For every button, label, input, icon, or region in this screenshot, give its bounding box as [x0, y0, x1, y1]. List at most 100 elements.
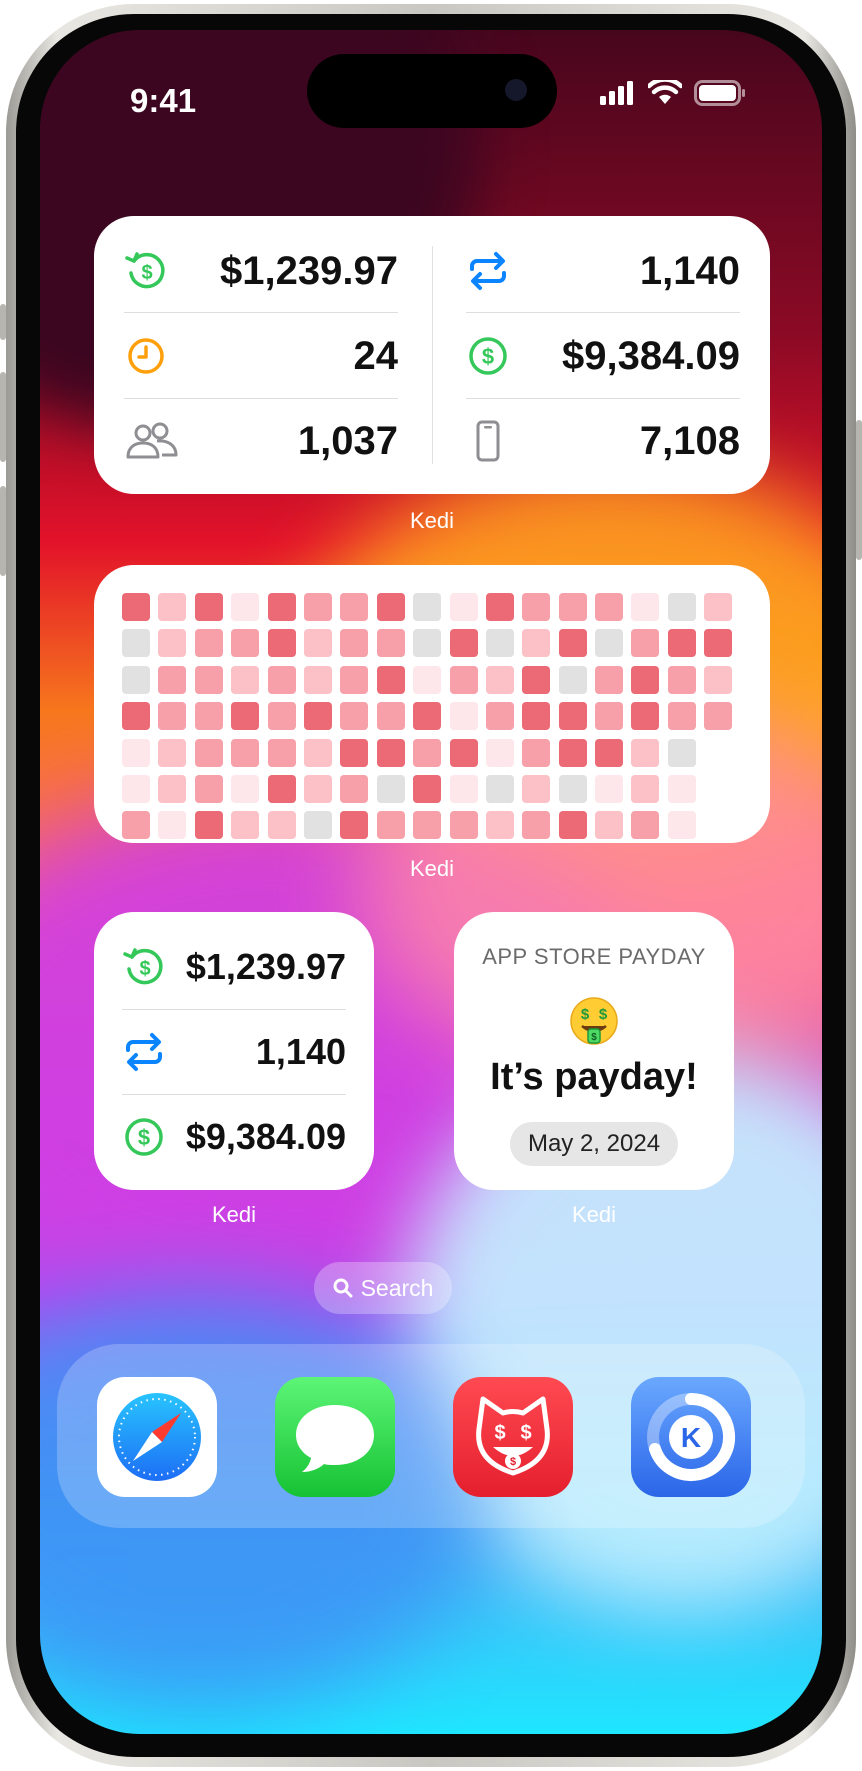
heatmap-cell — [340, 702, 369, 731]
cellular-signal-icon — [600, 81, 633, 105]
money-cat-app-icon[interactable]: $ $ $ — [453, 1377, 573, 1497]
column-divider — [432, 246, 433, 464]
heatmap-cell — [194, 738, 223, 767]
heatmap-cell — [704, 665, 733, 694]
row-divider — [466, 312, 740, 313]
heatmap-cell — [267, 811, 296, 840]
refund-dollar-icon: $ — [124, 249, 168, 293]
stats-widget-large[interactable]: $ $1,239.97 24 1,037 1,140 $ $9,384.09 7… — [94, 216, 770, 494]
refund-dollar-icon: $ — [122, 945, 166, 989]
heatmap-cell — [595, 665, 624, 694]
spotlight-search-button[interactable]: Search — [314, 1262, 452, 1314]
heatmap-cell — [558, 629, 587, 658]
heatmap-cell — [231, 738, 260, 767]
heatmap-cell — [631, 738, 660, 767]
payday-widget[interactable]: APP STORE PAYDAY $ $ $ It’s payday! May 2,… — [454, 912, 734, 1190]
row-divider — [122, 1009, 346, 1010]
heatmap-cell — [122, 774, 150, 803]
payday-header: APP STORE PAYDAY — [482, 944, 706, 969]
heatmap-cell — [303, 665, 332, 694]
heatmap-cell — [667, 702, 696, 731]
heatmap-cell — [485, 811, 514, 840]
heatmap-cell — [267, 665, 296, 694]
heatmap-cell — [558, 665, 587, 694]
heatmap-cell — [631, 593, 660, 621]
heatmap-cell — [522, 629, 551, 658]
heatmap-cell — [558, 593, 587, 621]
heatmap-cell — [595, 702, 624, 731]
stat-value: $1,239.97 — [220, 248, 398, 293]
heatmap-cell — [231, 593, 260, 621]
stat-row-proceeds: $ $1,239.97 — [122, 942, 346, 992]
heatmap-cell — [522, 738, 551, 767]
heatmap-cell — [194, 665, 223, 694]
heatmap-cell — [340, 774, 369, 803]
heatmap-cell — [704, 702, 733, 731]
heatmap-cell — [485, 593, 514, 621]
svg-text:$: $ — [591, 1032, 597, 1043]
heatmap-cell — [595, 593, 624, 621]
heatmap-widget[interactable] — [94, 565, 770, 843]
heatmap-cell — [122, 665, 150, 694]
row-divider — [122, 1094, 346, 1095]
stats-widget-small[interactable]: $ $1,239.97 1,140 $ $9,384.09 — [94, 912, 374, 1190]
heatmap-cell — [231, 774, 260, 803]
row-divider — [124, 398, 398, 399]
heatmap-cell — [449, 774, 478, 803]
stat-row-users: 1,037 — [124, 416, 398, 466]
svg-text:$: $ — [581, 1006, 590, 1023]
heatmap-cell — [413, 593, 442, 621]
widget-label: Kedi — [409, 856, 455, 881]
search-label: Search — [360, 1274, 434, 1301]
svg-text:$: $ — [482, 344, 494, 369]
svg-text:$: $ — [599, 1006, 608, 1023]
stat-value: $9,384.09 — [185, 1116, 346, 1157]
heatmap-cell — [631, 665, 660, 694]
heatmap-cell — [122, 811, 150, 840]
svg-text:$: $ — [494, 1422, 505, 1444]
row-divider — [466, 398, 740, 399]
stat-row-pending: 24 — [124, 331, 398, 381]
heatmap-cell — [522, 702, 551, 731]
heatmap-cell — [595, 774, 624, 803]
heatmap-cell — [194, 811, 223, 840]
stat-row-proceeds: $ $1,239.97 — [124, 246, 398, 296]
kedi-app-icon[interactable]: K — [631, 1377, 751, 1497]
widget-label: Kedi — [571, 1202, 617, 1227]
repeat-arrows-icon — [466, 249, 510, 293]
heatmap-cell — [194, 629, 223, 658]
heatmap-cell — [158, 665, 187, 694]
stat-value: 24 — [353, 333, 399, 378]
heatmap-cell — [158, 738, 187, 767]
stat-value: 1,037 — [297, 418, 398, 463]
heatmap-cell — [194, 593, 223, 621]
heatmap-cell — [194, 702, 223, 731]
heatmap-cell — [340, 665, 369, 694]
heatmap-cell — [631, 811, 660, 840]
payday-date: May 2, 2024 — [510, 1122, 678, 1166]
heatmap-cell — [122, 738, 150, 767]
safari-app-icon[interactable] — [97, 1377, 217, 1497]
heatmap-cell — [267, 593, 296, 621]
heatmap-cell — [631, 774, 660, 803]
widget-label: Kedi — [409, 508, 455, 533]
search-icon — [333, 1278, 353, 1298]
heatmap-cell — [231, 811, 260, 840]
heatmap-cell — [340, 738, 369, 767]
stat-row-subscriptions: 1,140 — [122, 1027, 346, 1077]
heatmap-cell — [485, 774, 514, 803]
heatmap-cell — [413, 774, 442, 803]
camera-icon — [505, 79, 527, 101]
heatmap-cell — [485, 702, 514, 731]
heatmap-cell — [667, 593, 696, 621]
heatmap-cell — [376, 593, 405, 621]
widget-label: Kedi — [211, 1202, 257, 1227]
heatmap-cell — [522, 593, 551, 621]
stat-value: $1,239.97 — [185, 946, 346, 987]
heatmap-cell — [704, 739, 732, 767]
heatmap-cell — [158, 811, 187, 840]
stat-row-revenue: $ $9,384.09 — [466, 331, 740, 381]
heatmap-cell — [231, 702, 260, 731]
messages-app-icon[interactable] — [275, 1377, 395, 1497]
heatmap-cell — [376, 774, 405, 803]
